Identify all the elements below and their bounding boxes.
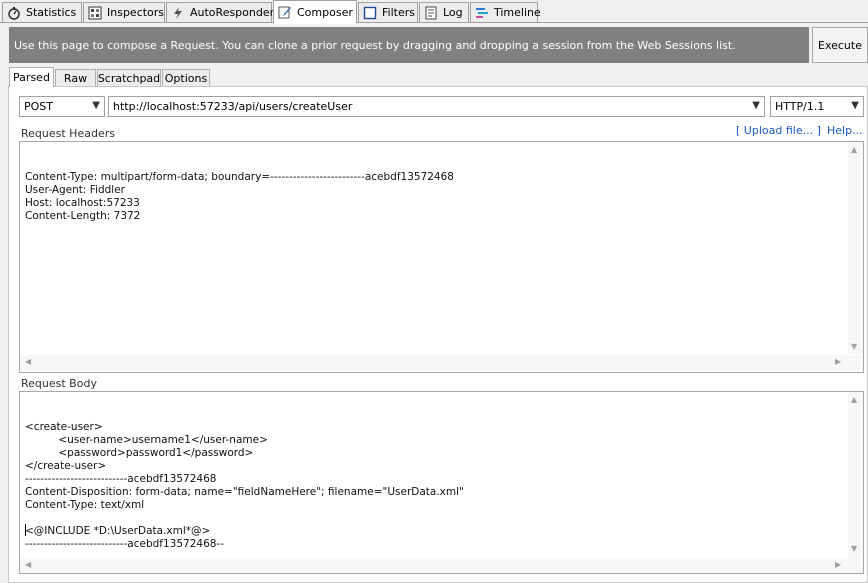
scroll-right-icon[interactable]: ▶ — [835, 560, 841, 569]
help-link[interactable]: Help... — [827, 124, 863, 137]
composer-info-banner: Use this page to compose a Request. You … — [9, 27, 809, 63]
tab-filters-label: Filters — [382, 6, 415, 19]
tab-composer[interactable]: Composer — [273, 0, 357, 24]
tab-options-label: Options — [164, 72, 208, 85]
tab-scratchpad-label: Scratchpad — [97, 72, 161, 85]
stopwatch-icon — [7, 6, 21, 20]
headers-horizontal-scrollbar[interactable]: ◀ ▶ — [20, 355, 863, 370]
tab-raw-label: Raw — [63, 72, 88, 85]
request-headers-label: Request Headers — [21, 127, 115, 140]
tab-filters[interactable]: Filters — [358, 2, 418, 22]
chevron-down-icon: ▼ — [92, 100, 100, 111]
execute-button[interactable]: Execute — [812, 27, 868, 63]
url-input[interactable]: http://localhost:57233/api/users/createU… — [108, 96, 765, 117]
request-body-text: <create-user> <user-name>username1</user… — [25, 421, 464, 550]
body-vertical-scrollbar[interactable]: ▲ ▼ — [848, 392, 863, 558]
tab-autoresponder-label: AutoResponder — [190, 6, 275, 19]
scroll-left-icon[interactable]: ◀ — [25, 357, 31, 366]
headers-vertical-scrollbar[interactable]: ▲ ▼ — [848, 142, 863, 354]
tab-log[interactable]: Log — [419, 2, 469, 22]
tab-options[interactable]: Options — [162, 69, 210, 87]
lightning-icon — [171, 6, 185, 20]
timeline-icon — [475, 6, 489, 20]
scroll-up-icon[interactable]: ▲ — [851, 395, 857, 404]
chevron-down-icon: ▼ — [752, 100, 760, 111]
scroll-right-icon[interactable]: ▶ — [835, 357, 841, 366]
tab-inspectors[interactable]: Inspectors — [83, 2, 165, 22]
tab-parsed[interactable]: Parsed — [9, 67, 54, 87]
body-horizontal-scrollbar[interactable]: ◀ ▶ — [20, 558, 863, 573]
text-caret — [25, 524, 26, 536]
tab-statistics-label: Statistics — [26, 6, 77, 19]
upload-file-link[interactable]: [ Upload file... ] — [736, 124, 821, 137]
tab-composer-label: Composer — [297, 5, 353, 19]
tab-scratchpad[interactable]: Scratchpad — [97, 69, 161, 87]
tab-timeline[interactable]: Timeline — [470, 2, 541, 22]
pencil-icon — [278, 5, 292, 19]
chevron-down-icon: ▼ — [851, 100, 859, 111]
http-version-value: HTTP/1.1 — [775, 100, 825, 113]
filter-checkbox-icon — [363, 6, 377, 20]
inspectors-icon — [88, 6, 102, 20]
execute-button-label: Execute — [818, 38, 862, 52]
http-version-select[interactable]: HTTP/1.1 ▼ — [770, 96, 864, 117]
url-value: http://localhost:57233/api/users/createU… — [113, 100, 353, 113]
tab-statistics[interactable]: Statistics — [2, 2, 82, 22]
scroll-down-icon[interactable]: ▼ — [851, 342, 857, 351]
scroll-down-icon[interactable]: ▼ — [851, 544, 857, 553]
scroll-left-icon[interactable]: ◀ — [25, 560, 31, 569]
tab-timeline-label: Timeline — [494, 6, 541, 19]
method-value: POST — [24, 100, 53, 113]
log-icon — [424, 6, 438, 20]
tab-raw[interactable]: Raw — [55, 69, 96, 87]
request-headers-textarea[interactable]: Content-Type: multipart/form-data; bound… — [19, 141, 864, 373]
top-tab-strip: Statistics Inspectors AutoResponder Comp… — [0, 0, 868, 24]
tab-log-label: Log — [443, 6, 463, 19]
request-body-label: Request Body — [21, 377, 97, 390]
banner-text: Use this page to compose a Request. You … — [14, 38, 736, 52]
scroll-up-icon[interactable]: ▲ — [851, 145, 857, 154]
method-select[interactable]: POST ▼ — [19, 96, 105, 117]
tab-autoresponder[interactable]: AutoResponder — [166, 2, 275, 22]
tab-inspectors-label: Inspectors — [107, 6, 165, 19]
request-body-textarea[interactable]: <create-user> <user-name>username1</user… — [19, 391, 864, 574]
request-headers-text: Content-Type: multipart/form-data; bound… — [25, 171, 454, 222]
tab-parsed-label: Parsed — [13, 71, 50, 84]
